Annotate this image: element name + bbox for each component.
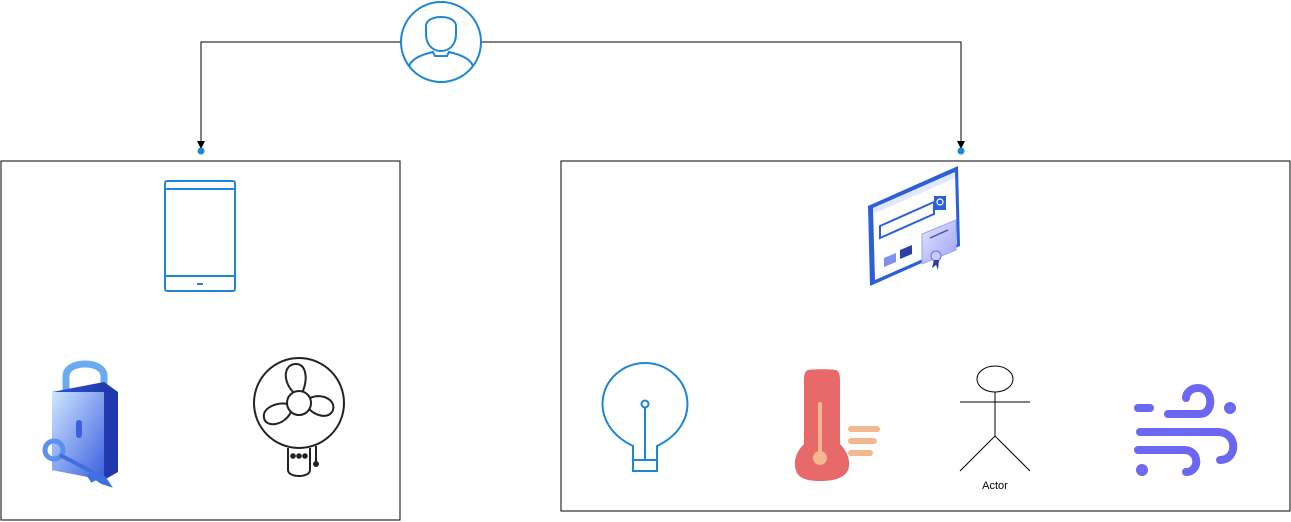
connector-endpoint-right[interactable]	[957, 147, 965, 155]
connector-user-left	[197, 41, 401, 155]
connector-endpoint-left[interactable]	[197, 147, 205, 155]
connector-user-right	[481, 41, 965, 155]
diagram-canvas: Actor	[0, 1, 1291, 521]
user-circle-icon[interactable]	[400, 1, 482, 83]
actor-label: Actor	[982, 480, 1008, 492]
